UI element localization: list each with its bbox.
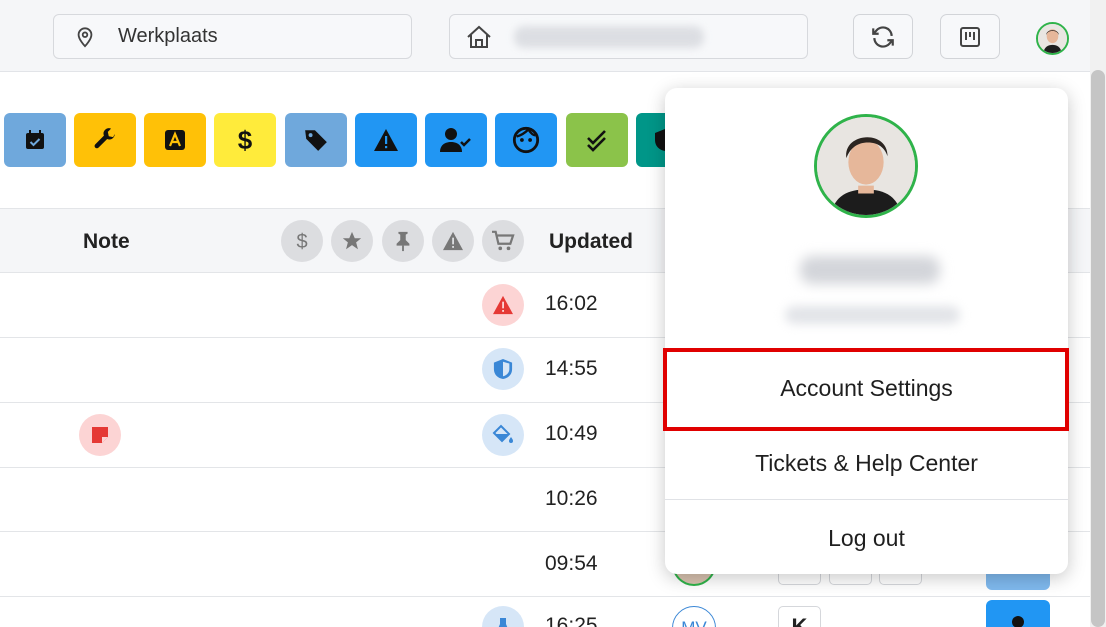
paint-bucket-icon — [492, 424, 513, 443]
done-filter-button[interactable] — [566, 113, 628, 167]
svg-text:$: $ — [238, 126, 253, 154]
column-header-payment[interactable]: $ — [281, 220, 323, 262]
repair-filter-button[interactable] — [74, 113, 136, 167]
column-header-note[interactable]: Note — [83, 230, 130, 254]
row-status-shield — [482, 348, 524, 390]
sticky-note-icon — [92, 427, 108, 443]
map-pin-icon — [77, 26, 93, 47]
dollar-icon: $ — [296, 231, 307, 252]
row-status-warning — [482, 284, 524, 326]
calendar-filter-button[interactable] — [4, 113, 66, 167]
row-updated-time: 14:55 — [545, 357, 598, 380]
column-header-warning[interactable] — [432, 220, 474, 262]
row-updated-time: 09:54 — [545, 552, 598, 575]
svg-text:$: $ — [296, 231, 307, 252]
account-email-redacted — [785, 306, 960, 324]
a-filter-button[interactable] — [144, 113, 206, 167]
flask-icon — [498, 618, 508, 627]
warning-icon — [493, 295, 513, 315]
user-icon — [1012, 616, 1024, 627]
dollar-icon: $ — [238, 126, 253, 154]
tag-icon — [305, 130, 327, 151]
row-updated-time: 10:26 — [545, 487, 598, 510]
column-header-star[interactable] — [331, 220, 373, 262]
row-updated-time: 10:49 — [545, 422, 598, 445]
calendar-check-icon — [26, 130, 44, 149]
user-avatar-button[interactable] — [1036, 22, 1069, 55]
home-icon — [467, 25, 491, 48]
payment-filter-button[interactable]: $ — [214, 113, 276, 167]
row-badge-text: K — [791, 614, 808, 627]
row-status-paint — [482, 414, 524, 456]
avatar — [1038, 24, 1067, 53]
cart-icon — [492, 230, 515, 251]
highlight-box — [663, 348, 1069, 431]
wrench-icon — [94, 128, 115, 149]
menu-item-label: Log out — [828, 525, 905, 551]
user-check-icon — [440, 128, 471, 152]
face-icon — [512, 126, 540, 154]
account-menu: Account Settings Tickets & Help Center L… — [665, 88, 1068, 574]
menu-item-label: Tickets & Help Center — [755, 450, 978, 476]
column-header-pin[interactable] — [382, 220, 424, 262]
account-name-redacted — [800, 256, 940, 284]
garage-selector[interactable] — [449, 14, 808, 59]
account-avatar — [814, 114, 918, 218]
location-label: Werkplaats — [118, 25, 218, 47]
row-note-indicator[interactable] — [79, 414, 121, 456]
menu-item-log-out[interactable]: Log out — [665, 525, 1068, 552]
assignee-initials-text: MV — [681, 618, 707, 627]
double-check-icon — [587, 130, 606, 152]
garage-name-redacted — [514, 25, 704, 48]
column-header-cart[interactable] — [482, 220, 524, 262]
warning-icon — [443, 231, 463, 251]
letter-a-icon — [165, 130, 185, 150]
board-button[interactable] — [940, 14, 1000, 59]
star-icon — [342, 231, 362, 250]
avatar — [817, 117, 915, 215]
refresh-button[interactable] — [853, 14, 913, 59]
row-badge[interactable]: K — [778, 606, 821, 627]
row-updated-time: 16:25 — [545, 614, 598, 627]
warning-filter-button[interactable] — [355, 113, 417, 167]
location-selector[interactable]: Werkplaats — [53, 14, 412, 59]
shield-icon — [493, 359, 513, 379]
tag-filter-button[interactable] — [285, 113, 347, 167]
pin-icon — [396, 231, 410, 252]
scrollbar-thumb[interactable] — [1091, 70, 1105, 627]
board-icon — [960, 26, 980, 47]
customer-filter-button[interactable] — [495, 113, 557, 167]
warning-icon — [374, 129, 398, 151]
row-assign-button[interactable] — [986, 600, 1050, 627]
assigned-filter-button[interactable] — [425, 113, 487, 167]
menu-divider — [665, 499, 1068, 500]
refresh-icon — [872, 25, 894, 48]
column-header-updated[interactable]: Updated — [549, 230, 633, 254]
menu-item-tickets-help[interactable]: Tickets & Help Center — [665, 450, 1068, 477]
row-updated-time: 16:02 — [545, 292, 598, 315]
